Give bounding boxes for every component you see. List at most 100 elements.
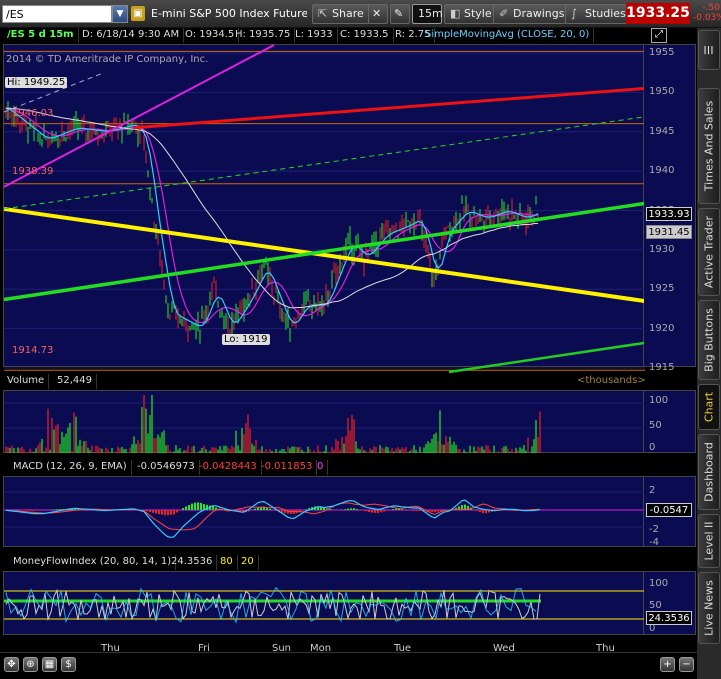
tab-label: Active Trader xyxy=(702,215,716,289)
settings-button[interactable]: ✎ xyxy=(390,4,410,24)
crosshair-icon: ✕ xyxy=(372,7,382,20)
price-axis-tick: 1930 xyxy=(649,243,675,255)
macd-chart-svg xyxy=(4,491,645,538)
style-label: Style xyxy=(464,7,492,20)
toolbar: /ES ▼ ▣ E-mini S&P 500 Index Futures,ET.… xyxy=(0,0,721,28)
volume-pane[interactable] xyxy=(3,390,645,453)
macd-label[interactable]: MACD (12, 26, 9, EMA) xyxy=(9,460,132,475)
mfi-tick: 50 xyxy=(649,600,662,611)
tab-active-trader[interactable]: Active Trader xyxy=(698,208,720,296)
macd-value: -0.0546973 xyxy=(133,460,200,475)
pan-icon[interactable]: ✥ xyxy=(4,657,19,672)
last-price: 1933.25 xyxy=(626,3,690,24)
macd-diff-value: -0.011853 xyxy=(257,460,318,475)
studies-button[interactable]: ∫ Studies xyxy=(565,4,632,24)
mfi-label[interactable]: MoneyFlowIndex (20, 80, 14, 1) xyxy=(9,555,177,570)
last-price-tag: 1933.93 xyxy=(646,207,692,221)
price-axis-tick: 1940 xyxy=(649,165,675,177)
macd-tag: -0.0547 xyxy=(646,503,692,517)
mfi-chart-svg xyxy=(4,586,645,624)
tab-menu[interactable]: ☰ xyxy=(698,30,720,70)
drawing-tools-button[interactable]: ✕ xyxy=(368,4,388,24)
studies-icon: ∫ xyxy=(571,7,577,20)
bar-low: L: 1933 xyxy=(291,28,338,43)
style-button[interactable]: ◧ Style xyxy=(444,4,498,24)
lock-icon[interactable]: ▣ xyxy=(131,6,145,21)
macd-pane[interactable] xyxy=(3,476,645,547)
tab-dashboard[interactable]: Dashboard xyxy=(698,434,720,510)
mfi-header: MoneyFlowIndex (20, 80, 14, 1) 24.3536 8… xyxy=(3,555,644,571)
macd-axis: 2 0 -2 -4 -0.0547 xyxy=(644,476,696,548)
tab-label: Live News xyxy=(702,580,716,636)
macd-header: MACD (12, 26, 9, EMA) -0.0546973 -0.0428… xyxy=(3,460,644,476)
high-label: Hi: 1949.25 xyxy=(5,77,68,88)
volume-axis: 100 50 0 xyxy=(644,390,696,453)
wrench-icon: ✎ xyxy=(394,7,404,20)
studies-label: Studies xyxy=(585,7,626,20)
expand-icon[interactable]: ⤢ xyxy=(651,28,667,43)
menu-icon: ☰ xyxy=(702,45,716,55)
zoom-icon[interactable]: ⊕ xyxy=(23,657,38,672)
level-label-1914: 1914.73 xyxy=(12,345,54,356)
price-axis-tick: 1925 xyxy=(649,283,675,295)
macd-signal-value: -0.0428443 xyxy=(195,460,262,475)
tab-label: Chart xyxy=(702,391,716,423)
low-label: Lo: 1919 xyxy=(222,334,270,345)
symbol-period-label[interactable]: /ES 5 d 15m xyxy=(3,28,79,43)
symbol-description: E-mini S&P 500 Index Futures,ET... xyxy=(151,7,307,20)
volume-header: Volume 52,449 <thousands> xyxy=(3,374,646,390)
dollar-icon[interactable]: $ xyxy=(61,657,76,672)
price-axis-tick: 1920 xyxy=(649,322,675,334)
green-trendline xyxy=(3,201,646,302)
pencil-icon: ✐ xyxy=(499,7,509,20)
volume-value: 52,449 xyxy=(53,374,97,389)
percent-change: -0.03% xyxy=(693,13,721,23)
zoom-out-icon[interactable]: − xyxy=(679,657,694,672)
zoom-in-icon[interactable]: + xyxy=(660,657,675,672)
tab-big-buttons[interactable]: Big Buttons xyxy=(698,300,720,380)
mfi-overbought: 80 xyxy=(216,555,238,570)
bar-close: C: 1933.5 xyxy=(336,28,394,43)
symbol-dropdown-button[interactable]: ▼ xyxy=(112,5,128,23)
tab-label: Big Buttons xyxy=(702,308,716,372)
grid-icon[interactable]: ▦ xyxy=(42,657,57,672)
volume-tick: 50 xyxy=(649,420,662,431)
level-label-1946: 1946.03 xyxy=(12,108,54,119)
style-icon: ◧ xyxy=(450,7,461,20)
symbol-input[interactable]: /ES xyxy=(2,5,112,23)
mfi-tag: 24.3536 xyxy=(646,611,692,625)
bar-date: D: 6/18/14 9:30 AM xyxy=(78,28,185,43)
price-pane[interactable]: 2014 © TD Ameritrade IP Company, Inc. Hi… xyxy=(3,44,646,374)
bar-high: H: 1935.75 xyxy=(231,28,296,43)
red-trendline xyxy=(133,86,646,130)
copyright-notice: 2014 © TD Ameritrade IP Company, Inc. xyxy=(6,54,209,65)
mfi-tick: 100 xyxy=(649,578,669,589)
volume-label[interactable]: Volume xyxy=(3,374,50,389)
sma-study-label[interactable]: SimpleMovingAvg (CLOSE, 20, 0) xyxy=(421,28,595,43)
macd-tick: -4 xyxy=(649,537,659,548)
mfi-oversold: 20 xyxy=(237,555,259,570)
share-label: Share xyxy=(332,7,364,20)
volume-tick: 100 xyxy=(649,395,669,406)
price-axis-tick: 1945 xyxy=(649,125,675,137)
tab-level-ii[interactable]: Level II xyxy=(698,514,720,568)
price-header: /ES 5 d 15m D: 6/18/14 9:30 AM O: 1934.5… xyxy=(3,28,667,44)
macd-zero-value: 0 xyxy=(313,460,329,475)
tab-live-news[interactable]: Live News xyxy=(698,572,720,644)
share-button[interactable]: ⇱ Share xyxy=(312,4,370,24)
mfi-value: 24.3536 xyxy=(167,555,218,570)
price-axis[interactable]: 195519501945194019351930192519201915 193… xyxy=(644,44,696,373)
price-chart-svg xyxy=(3,44,646,374)
mfi-pane[interactable] xyxy=(3,571,645,635)
mfi-line xyxy=(5,588,541,622)
tab-label: Dashboard xyxy=(702,442,716,502)
sma-price-tag: 1931.45 xyxy=(646,225,692,239)
tab-times-and-sales[interactable]: Times And Sales xyxy=(698,88,720,204)
level-label-1938: 1938.39 xyxy=(12,166,54,177)
interval-button[interactable]: 15m xyxy=(412,4,443,24)
drawings-button[interactable]: ✐ Drawings xyxy=(493,4,571,24)
drawings-label: Drawings xyxy=(513,7,565,20)
tab-chart[interactable]: Chart xyxy=(698,384,720,430)
volume-tick: 0 xyxy=(649,442,656,453)
side-tabs: ☰ Times And Sales Active Trader Big Butt… xyxy=(697,28,721,679)
